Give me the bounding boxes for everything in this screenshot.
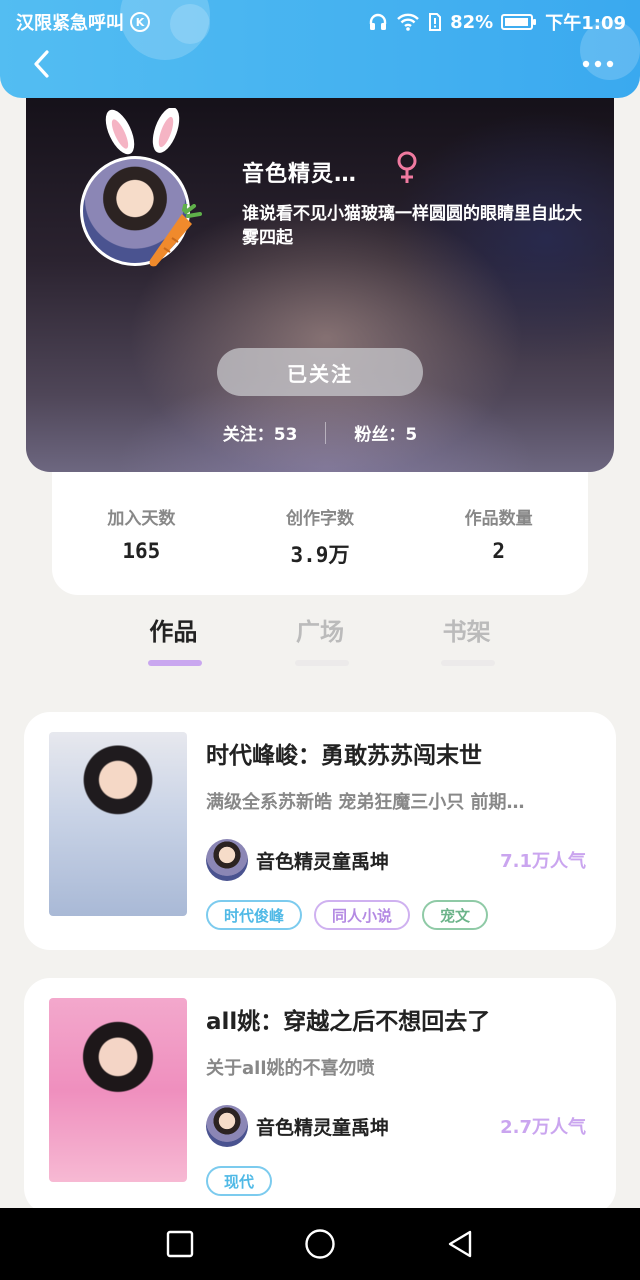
top-bar: 汉限紧急呼叫 K 82% 下午1:09 bbox=[0, 0, 640, 98]
book-tags: 现代 bbox=[206, 1166, 273, 1196]
system-back-button[interactable] bbox=[430, 1214, 490, 1274]
tab-indicator bbox=[294, 660, 349, 666]
tab-works[interactable]: 作品 bbox=[100, 612, 247, 672]
summary-value: 3.9万 bbox=[290, 543, 350, 567]
following-count[interactable]: 关注：53 bbox=[223, 420, 298, 445]
square-icon bbox=[166, 1230, 194, 1258]
profile-summary: 加入天数 165 创作字数 3.9万 作品数量 2 bbox=[52, 470, 588, 595]
home-button[interactable] bbox=[290, 1214, 350, 1274]
book-title[interactable]: 时代峰峻：勇敢苏苏闯末世 bbox=[206, 736, 482, 770]
follow-stats: 关注：53 粉丝：5 bbox=[26, 420, 614, 445]
tab-square[interactable]: 广场 bbox=[247, 612, 394, 672]
more-options-button[interactable] bbox=[576, 42, 620, 86]
tag-chip[interactable]: 宠文 bbox=[422, 900, 489, 930]
summary-label: 加入天数 bbox=[107, 509, 176, 529]
more-dots-icon bbox=[582, 60, 614, 68]
summary-words: 创作字数 3.9万 bbox=[245, 504, 395, 595]
tag-chip[interactable]: 时代俊峰 bbox=[206, 900, 303, 930]
summary-label: 创作字数 bbox=[285, 509, 354, 529]
female-gender-icon bbox=[397, 151, 417, 183]
popularity-count: 2.7万人气 bbox=[500, 1117, 586, 1138]
book-tags: 时代俊峰 同人小说 宠文 bbox=[206, 900, 489, 930]
tab-indicator bbox=[441, 660, 496, 666]
popularity-count: 7.1万人气 bbox=[500, 851, 586, 872]
book-title[interactable]: all姚：穿越之后不想回去了 bbox=[206, 1002, 490, 1036]
book-description: 关于all姚的不喜勿喷 bbox=[206, 1058, 375, 1079]
battery-percent: 82% bbox=[450, 11, 494, 33]
avatar-frame[interactable] bbox=[78, 108, 208, 268]
carrot-icon bbox=[149, 204, 202, 267]
recent-apps-button[interactable] bbox=[150, 1214, 210, 1274]
summary-works: 作品数量 2 bbox=[424, 504, 574, 595]
wifi-icon bbox=[396, 12, 420, 32]
book-cover-image[interactable] bbox=[49, 998, 187, 1182]
book-cover-image[interactable] bbox=[49, 732, 187, 916]
system-navigation-bar bbox=[0, 1208, 640, 1280]
follow-button[interactable]: 已关注 bbox=[217, 348, 423, 396]
author-avatar[interactable] bbox=[206, 839, 248, 881]
summary-value: 165 bbox=[122, 539, 161, 563]
summary-days: 加入天数 165 bbox=[66, 504, 216, 595]
content-tabs: 作品 广场 书架 bbox=[100, 612, 540, 672]
book-author-row: 音色精灵童禹坤 7.1万人气 bbox=[206, 838, 586, 882]
stats-divider bbox=[325, 421, 327, 444]
book-description: 满级全系苏新皓 宠弟狂魔三小只 前期… bbox=[206, 792, 525, 813]
author-name[interactable]: 音色精灵童禹坤 bbox=[256, 847, 500, 874]
author-avatar[interactable] bbox=[206, 1105, 248, 1147]
author-name[interactable]: 音色精灵童禹坤 bbox=[256, 1113, 500, 1140]
book-card[interactable]: 时代峰峻：勇敢苏苏闯末世 满级全系苏新皓 宠弟狂魔三小只 前期… 音色精灵童禹坤… bbox=[24, 712, 616, 950]
tab-bookshelf[interactable]: 书架 bbox=[393, 612, 540, 672]
status-bar: 汉限紧急呼叫 K 82% 下午1:09 bbox=[0, 6, 640, 38]
battery-icon bbox=[501, 13, 537, 31]
chevron-left-icon bbox=[34, 50, 49, 78]
back-button[interactable] bbox=[20, 42, 64, 86]
tab-label: 书架 bbox=[442, 618, 491, 646]
clock-text: 下午1:09 bbox=[545, 13, 626, 34]
tab-label: 作品 bbox=[149, 618, 198, 646]
tag-chip[interactable]: 现代 bbox=[206, 1166, 273, 1196]
book-card[interactable]: all姚：穿越之后不想回去了 关于all姚的不喜勿喷 音色精灵童禹坤 2.7万人… bbox=[24, 978, 616, 1214]
circle-icon bbox=[305, 1229, 335, 1259]
summary-label: 作品数量 bbox=[464, 509, 533, 529]
tab-label: 广场 bbox=[296, 618, 344, 646]
sim-icon bbox=[428, 12, 442, 32]
tab-indicator bbox=[148, 660, 202, 666]
headphones-icon bbox=[368, 12, 388, 32]
book-author-row: 音色精灵童禹坤 2.7万人气 bbox=[206, 1104, 586, 1148]
triangle-back-icon bbox=[448, 1230, 472, 1258]
carrier-badge-icon: K bbox=[130, 12, 150, 32]
carrier-text: 汉限紧急呼叫 bbox=[16, 13, 124, 34]
profile-header: 音色精灵… 谁说看不见小猫玻璃一样圆圆的眼睛里自此大雾四起 已关注 关注：53 … bbox=[26, 88, 614, 472]
summary-value: 2 bbox=[492, 539, 505, 563]
tag-chip[interactable]: 同人小说 bbox=[314, 900, 411, 930]
fans-count[interactable]: 粉丝：5 bbox=[354, 420, 417, 445]
username: 音色精灵… bbox=[242, 162, 358, 187]
profile-bio: 谁说看不见小猫玻璃一样圆圆的眼睛里自此大雾四起 bbox=[242, 204, 582, 248]
